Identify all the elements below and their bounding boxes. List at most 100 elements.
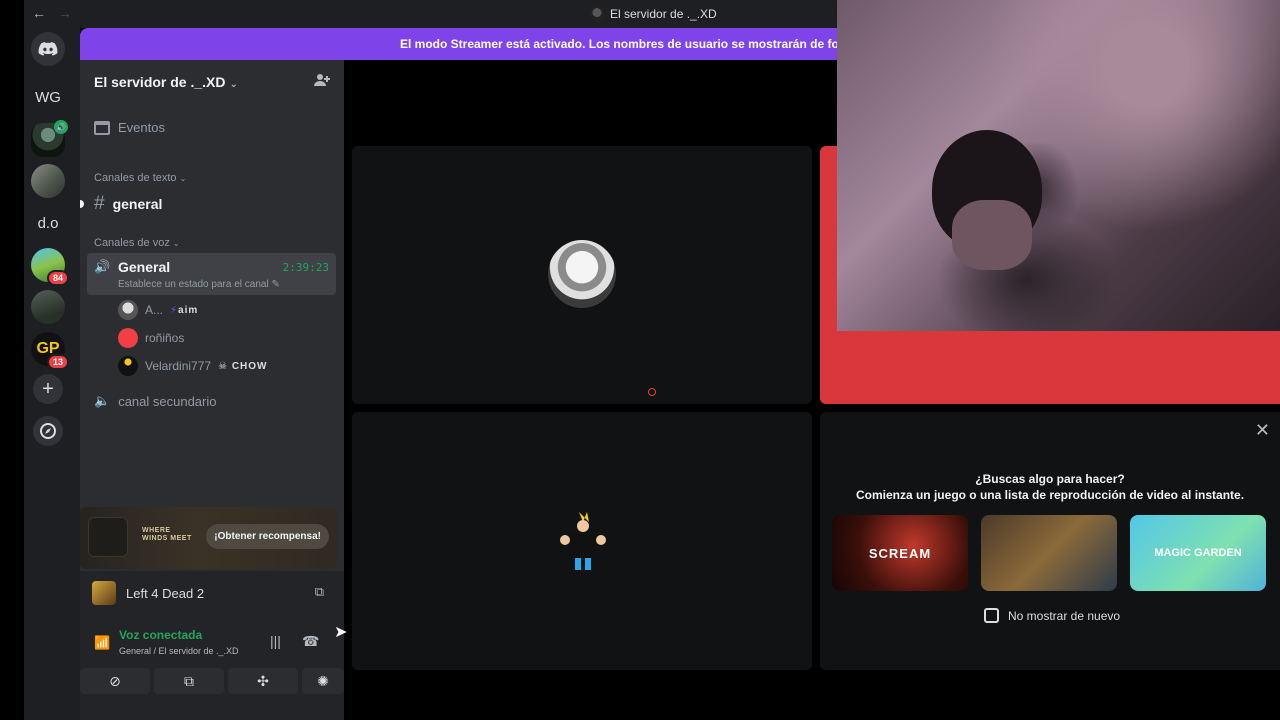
channel-label: canal secundario bbox=[118, 393, 217, 409]
participant-tile[interactable] bbox=[352, 412, 812, 670]
participant-tile[interactable] bbox=[352, 146, 812, 404]
activity-card-scream[interactable]: SCREAM bbox=[832, 515, 968, 591]
back-arrow-icon[interactable]: ← bbox=[32, 5, 46, 21]
mention-badge: 84 bbox=[46, 270, 69, 286]
channel-label: general bbox=[112, 196, 163, 212]
add-server-button[interactable]: + bbox=[33, 374, 63, 404]
camera-off-button[interactable]: ⊘ bbox=[80, 668, 150, 694]
screen-share-button[interactable]: ⧉ bbox=[154, 668, 224, 694]
channel-sidebar: El servidor de ._.XD ⌄ Eventos Canales de… bbox=[80, 60, 344, 720]
skull-icon: ☠ bbox=[218, 360, 229, 372]
voice-member[interactable]: Velardini777 ☠ CHOW bbox=[118, 356, 267, 376]
voice-channel-secondary[interactable]: 🔈 canal secundario bbox=[94, 393, 216, 409]
pencil-icon: ✎ bbox=[271, 279, 280, 290]
card-label: SCREAM bbox=[868, 545, 932, 561]
forward-arrow-icon[interactable]: → bbox=[58, 5, 72, 21]
left-edge bbox=[0, 0, 24, 720]
promo-logo-line1: WHERE bbox=[142, 527, 171, 534]
noise-suppression-icon[interactable]: ||| bbox=[270, 633, 281, 649]
discord-home-button[interactable] bbox=[31, 32, 65, 66]
events-item[interactable]: Eventos bbox=[94, 120, 165, 135]
promo-thumbnail bbox=[88, 517, 128, 557]
category-label: Canales de texto bbox=[94, 172, 177, 184]
events-label: Eventos bbox=[118, 120, 165, 135]
activities-button[interactable]: ✣ bbox=[228, 668, 298, 694]
calendar-icon bbox=[94, 120, 110, 135]
activities-icon: ✣ bbox=[257, 672, 269, 689]
history-nav: ← → bbox=[32, 5, 72, 21]
server-header[interactable]: El servidor de ._.XD ⌄ bbox=[80, 60, 344, 104]
mouse-cursor-icon: ➤ bbox=[334, 624, 348, 641]
server-avatar-4[interactable] bbox=[31, 290, 65, 324]
disconnect-icon[interactable]: ☎ bbox=[302, 633, 319, 650]
promo-banner[interactable]: WHERE WINDS MEET ¡Obtener recompensa! bbox=[80, 507, 337, 569]
promo-logo: WHERE WINDS MEET bbox=[142, 527, 192, 543]
category-voice-channels[interactable]: Canales de voz ⌄ bbox=[94, 237, 180, 249]
avatar bbox=[548, 240, 616, 308]
soundboard-button[interactable]: ✺ bbox=[302, 668, 344, 694]
set-channel-status[interactable]: Establece un estado para el canal ✎ bbox=[118, 279, 280, 290]
member-tag: ⚡aim bbox=[170, 305, 198, 316]
category-text-channels[interactable]: Canales de texto ⌄ bbox=[94, 172, 186, 184]
screen-share-icon: ⧉ bbox=[184, 672, 194, 689]
window-title-text: El servidor de ._.XD bbox=[610, 7, 717, 21]
streamer-mode-text: El modo Streamer está activado. Los nomb… bbox=[400, 37, 837, 51]
plus-icon: + bbox=[42, 377, 54, 400]
claim-reward-button[interactable]: ¡Obtener recompensa! bbox=[206, 524, 329, 549]
voice-member[interactable]: roñiños bbox=[118, 328, 184, 348]
server-wg-label: WG bbox=[35, 88, 61, 106]
server-do-label: d.o bbox=[37, 214, 59, 232]
voice-status[interactable]: Voz conectada bbox=[119, 628, 202, 642]
speaker-icon: 🔈 bbox=[94, 393, 111, 408]
title-bar: ← → El servidor de ._.XD bbox=[24, 0, 837, 28]
channel-general-text[interactable]: # general bbox=[94, 193, 162, 215]
camera-off-icon: ⊘ bbox=[109, 672, 121, 689]
game-name: Left 4 Dead 2 bbox=[126, 585, 205, 601]
member-tag-text: CHOW bbox=[231, 360, 268, 372]
current-game[interactable]: Left 4 Dead 2 ⧉ bbox=[80, 571, 344, 615]
member-name: roñiños bbox=[145, 331, 185, 345]
voice-location[interactable]: General / El servidor de ._.XD bbox=[119, 646, 239, 656]
discord-logo-icon bbox=[38, 41, 58, 56]
member-tag: ☠ CHOW bbox=[218, 361, 267, 372]
activity-card-2[interactable] bbox=[981, 515, 1117, 591]
signal-icon: 📶 bbox=[94, 635, 111, 650]
game-icon bbox=[92, 581, 116, 605]
activity-card-magic-garden[interactable]: MAGIC GARDEN bbox=[1130, 515, 1266, 591]
unread-indicator bbox=[80, 200, 84, 208]
avatar bbox=[118, 356, 138, 376]
screen-share-icon[interactable]: ⧉ bbox=[315, 584, 324, 600]
avatar bbox=[560, 512, 606, 570]
avatar bbox=[118, 328, 138, 348]
server-avatar-voice[interactable]: 🔊 bbox=[31, 120, 68, 157]
activity-suggestions: ✕ ¿Buscas algo para hacer? Comienza un j… bbox=[820, 412, 1280, 670]
server-avatar-2[interactable] bbox=[31, 164, 65, 198]
server-name-text: El servidor de ._.XD bbox=[94, 74, 226, 90]
server-name: El servidor de ._.XD ⌄ bbox=[94, 74, 238, 90]
server-do[interactable]: d.o bbox=[31, 206, 65, 240]
avatar bbox=[118, 300, 138, 320]
server-icon bbox=[590, 7, 604, 21]
speaker-icon: 🔊 bbox=[54, 120, 68, 134]
checkbox[interactable] bbox=[984, 608, 999, 623]
category-label: Canales de voz bbox=[94, 237, 170, 249]
dont-show-again[interactable]: No mostrar de nuevo bbox=[984, 608, 1120, 623]
status-indicator-icon bbox=[648, 388, 656, 396]
activity-question: ¿Buscas algo para hacer? bbox=[975, 472, 1125, 486]
discover-button[interactable] bbox=[33, 416, 63, 446]
server-wg[interactable]: WG bbox=[31, 80, 65, 114]
voice-channel-general[interactable]: 🔊 General 2:39:23 Establece un estado pa… bbox=[87, 253, 336, 295]
server-gp[interactable]: GP 13 bbox=[31, 332, 69, 370]
channel-status-text: Establece un estado para el canal bbox=[118, 279, 269, 290]
speaker-icon: 🔊 bbox=[94, 259, 111, 274]
mention-badge: 13 bbox=[46, 354, 69, 370]
server-bdp[interactable]: 84 bbox=[31, 248, 69, 286]
compass-icon bbox=[40, 423, 56, 439]
add-member-icon[interactable] bbox=[314, 73, 330, 91]
checkbox-label: No mostrar de nuevo bbox=[1008, 608, 1121, 623]
close-icon[interactable]: ✕ bbox=[1255, 420, 1270, 441]
voice-channel-name: General bbox=[118, 259, 171, 275]
voice-member[interactable]: A... ⚡aim bbox=[118, 300, 198, 320]
chevron-down-icon: ⌄ bbox=[172, 239, 180, 248]
soundboard-icon: ✺ bbox=[317, 672, 329, 689]
